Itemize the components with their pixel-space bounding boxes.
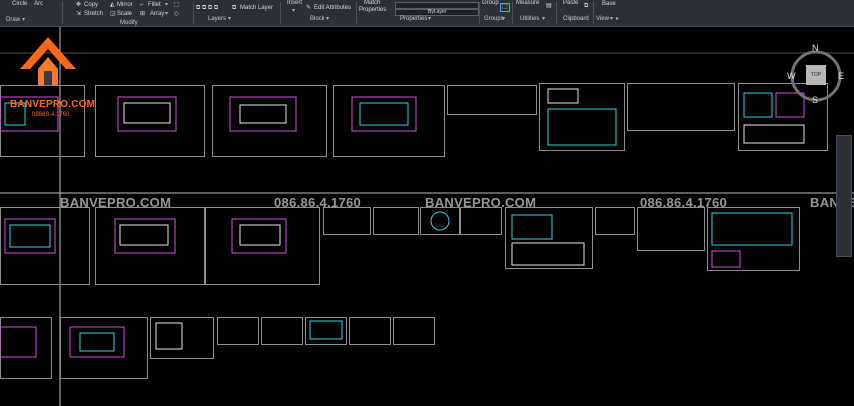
measure-button[interactable]: Measure [516,0,539,7]
panel-divider [62,2,63,24]
compass-west[interactable]: W [787,71,796,81]
mirror-button[interactable]: Mirror [117,2,133,9]
panel-divider [280,2,281,24]
chevron-down-icon[interactable]: ▾ [428,16,431,23]
fillet-button[interactable]: Fillet [148,2,161,9]
edit-attributes-icon[interactable]: ✎ [306,5,311,12]
clipboard-panel-title[interactable]: Clipboard [563,16,589,23]
paste-button[interactable]: Paste [563,0,578,7]
watermark-text: 086.86.4.1760 [640,195,728,210]
chevron-down-icon[interactable]: ▾ [502,16,505,23]
array-button[interactable]: Array [150,11,164,18]
drawing-canvas[interactable]: BANVEPRO.COM 0868S.4.1760 BANVEPRO.COM 0… [0,27,854,406]
match-properties-label[interactable]: Match [364,0,380,7]
panel-divider [512,2,513,24]
chevron-down-icon[interactable]: ▾ [326,16,329,23]
utilities-panel-title[interactable]: Utilities [520,16,539,23]
base-button[interactable]: Base [602,1,616,8]
watermark-text: BANVEPRO.COM [425,195,537,210]
panel-divider [479,2,480,24]
scale-button[interactable]: Scale [117,11,132,18]
navigation-bar[interactable] [836,135,852,257]
panel-divider [556,2,557,24]
view-panel-title[interactable]: View [596,16,609,23]
copy-button[interactable]: Copy [84,2,98,9]
bylayer-value: ByLayer [428,9,447,15]
chevron-down-icon[interactable]: ▾ [292,8,295,15]
arc-button[interactable]: Arc [34,1,43,8]
stretch-icon[interactable]: ⇲ [76,11,81,18]
chevron-down-icon[interactable]: ▾ [610,16,613,23]
move-icon[interactable]: ✥ [76,2,81,9]
block-panel-title[interactable]: Block [310,16,325,23]
group-button[interactable]: Group [482,0,499,7]
logo-brand-text: BANVEPRO.COM [10,99,96,110]
layers-panel-title[interactable]: Layers [208,16,226,23]
match-properties-button[interactable]: Properties [359,7,386,14]
match-layer-button[interactable]: Match Layer [240,5,273,12]
compass-east[interactable]: E [838,71,844,81]
array-icon[interactable]: ⊞ [140,11,145,18]
logo-mark [20,37,76,85]
layer-icons[interactable]: ⧉ ⧉ ⧉ ⧉ [196,5,218,12]
groups-panel-title[interactable]: Groups [484,16,504,23]
chevron-down-icon[interactable]: ▾ [165,2,168,9]
chevron-down-icon[interactable]: ▾ [165,11,168,18]
viewcube-top-face[interactable]: TOP [806,65,826,85]
explode-icon[interactable]: ◇ [174,11,179,18]
logo-phone-text: 0868S.4.1760 [32,112,70,118]
match-layer-icon[interactable]: ⧉ [232,5,236,12]
compass-north[interactable]: N [812,43,819,53]
plan-details [0,37,805,358]
group-select-icon[interactable]: ⬚ [500,3,510,12]
chevron-down-icon[interactable]: ▾ [542,16,545,23]
modify-panel-title[interactable]: Modify [120,20,138,27]
color-dropdown[interactable] [395,2,479,9]
panel-divider [193,2,194,24]
insert-button[interactable]: Insert [287,0,302,7]
fillet-icon[interactable]: ⌐ [140,2,144,9]
draw-panel-title[interactable]: Draw [6,17,20,24]
chevron-right-icon[interactable]: ▸ [616,16,619,23]
erase-icon[interactable]: ⬚ [174,2,180,9]
calculator-icon[interactable]: ▤ [546,3,552,10]
panel-divider [356,2,357,24]
stretch-button[interactable]: Stretch [84,11,103,18]
compass-south[interactable]: S [812,95,818,105]
chevron-down-icon[interactable]: ▾ [22,17,25,24]
circle-button[interactable]: Circle [12,1,27,8]
chevron-down-icon[interactable]: ▾ [228,16,231,23]
ribbon-toolbar: Circle Arc Draw ▾ ✥ Copy ◭ Mirror ⌐ Fill… [0,0,854,27]
watermark-text: 086.86.4.1760 [274,195,362,210]
linetype-dropdown[interactable]: ByLayer [395,9,479,16]
panel-divider [593,2,594,24]
properties-panel-title[interactable]: Properties [400,16,427,23]
watermark-text: BANVEPRO.COM [60,195,172,210]
scale-icon[interactable]: ◲ [110,11,116,18]
edit-attributes-button[interactable]: Edit Attributes [314,5,351,12]
copy-clip-icon[interactable]: ⧉ [584,3,588,10]
mirror-icon[interactable]: ◭ [110,2,115,9]
